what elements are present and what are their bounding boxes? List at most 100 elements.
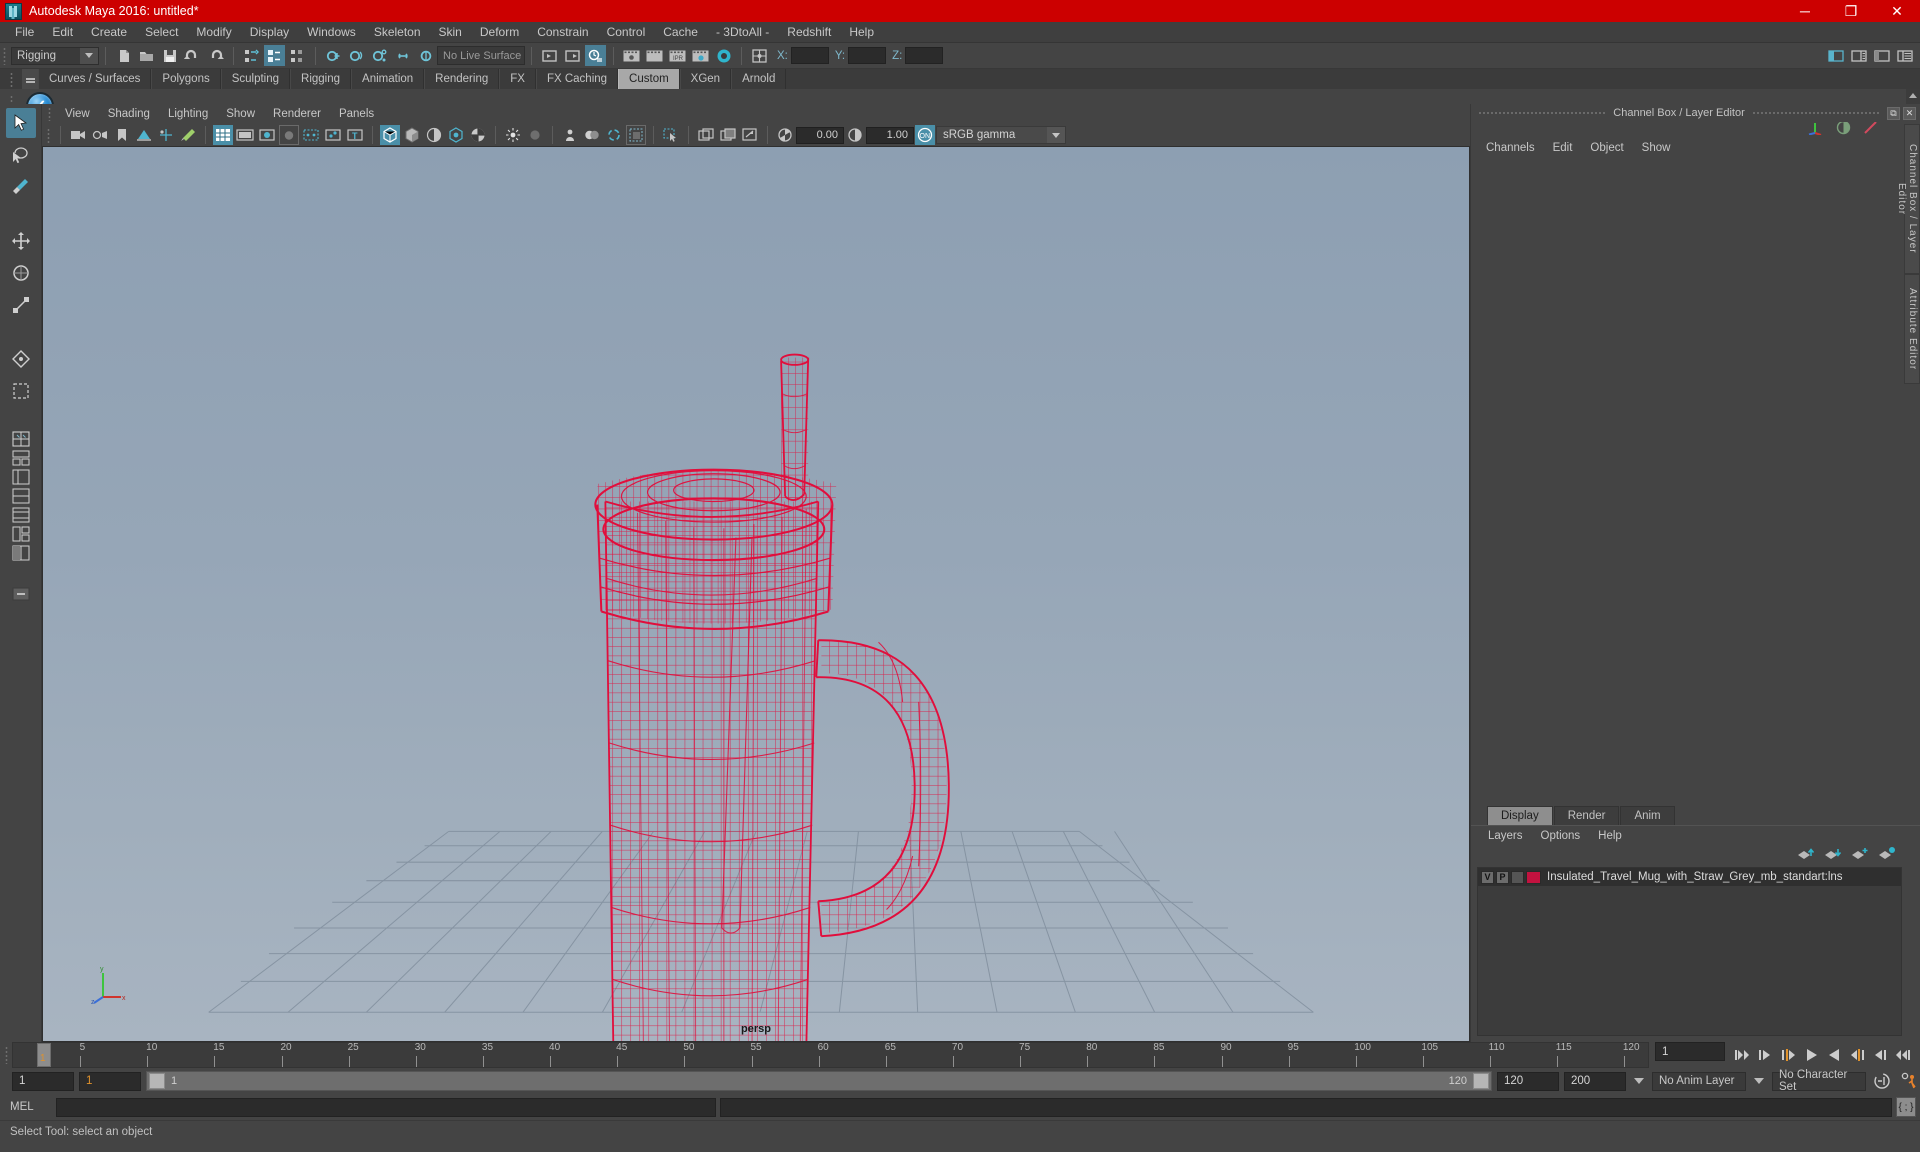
command-input[interactable] xyxy=(56,1097,716,1117)
viewport-menu-renderer[interactable]: Renderer xyxy=(264,107,330,121)
layout-persp-button[interactable] xyxy=(8,449,34,467)
render-setup-button[interactable] xyxy=(690,45,711,66)
layer-color-swatch[interactable] xyxy=(1526,870,1541,884)
isolate-select-icon[interactable] xyxy=(560,125,580,145)
go-to-end-icon[interactable] xyxy=(1892,1044,1914,1066)
select-object-button[interactable] xyxy=(264,45,285,66)
play-forwards-icon[interactable] xyxy=(1823,1044,1845,1066)
viewport-menu-show[interactable]: Show xyxy=(217,107,264,121)
resolution-gate-icon[interactable] xyxy=(257,125,277,145)
undock-button[interactable]: ⧉ xyxy=(1887,106,1900,120)
step-back-frame-icon[interactable] xyxy=(1777,1044,1799,1066)
layer-menu-help[interactable]: Help xyxy=(1589,829,1631,843)
ipr-settings-button[interactable]: IPR xyxy=(667,45,688,66)
shelf-menu-button[interactable] xyxy=(22,69,38,89)
shelf-tab-xgen[interactable]: XGen xyxy=(679,69,732,89)
animation-end-field[interactable]: 200 xyxy=(1564,1071,1626,1091)
playback-end-field[interactable]: 120 xyxy=(1497,1071,1559,1091)
save-scene-button[interactable] xyxy=(159,45,180,66)
viewport-renderer-icon[interactable] xyxy=(626,125,646,145)
shelf-gripper[interactable] xyxy=(0,69,22,89)
playback-start-field[interactable]: 1 xyxy=(79,1071,141,1091)
select-component-button[interactable] xyxy=(287,45,308,66)
menu-edit[interactable]: Edit xyxy=(43,23,82,41)
menu-constrain[interactable]: Constrain xyxy=(528,23,597,41)
shelf-tab-rigging[interactable]: Rigging xyxy=(290,69,352,89)
half-circle-shading-icon[interactable] xyxy=(1836,120,1851,140)
tab-display[interactable]: Display xyxy=(1487,806,1553,825)
shelf-tab-animation[interactable]: Animation xyxy=(351,69,425,89)
bookmark-icon[interactable] xyxy=(112,125,132,145)
screen-space-ao-icon[interactable] xyxy=(503,125,523,145)
snap-to-point-button[interactable] xyxy=(369,45,390,66)
viewport-menu-panels[interactable]: Panels xyxy=(330,107,383,121)
layer-menu-layers[interactable]: Layers xyxy=(1479,829,1532,843)
perspective-viewport[interactable]: y x z persp xyxy=(42,146,1470,1042)
live-surface-field[interactable]: No Live Surface xyxy=(437,46,525,65)
menu-windows[interactable]: Windows xyxy=(298,23,365,41)
vtab-channel-box-layer-editor[interactable]: Channel Box / Layer Editor xyxy=(1896,124,1920,274)
menu-display[interactable]: Display xyxy=(241,23,298,41)
layer-display-type-toggle[interactable] xyxy=(1511,870,1524,884)
wireframe-shading-icon[interactable] xyxy=(380,125,400,145)
anim-layer-dropdown-icon[interactable] xyxy=(1631,1072,1647,1091)
show-tool-settings-button[interactable] xyxy=(1871,46,1892,67)
menu-modify[interactable]: Modify xyxy=(187,23,240,41)
step-forward-frame-icon[interactable] xyxy=(1846,1044,1868,1066)
camera-attributes-icon[interactable] xyxy=(90,125,110,145)
layout-four-view-button[interactable] xyxy=(8,430,34,448)
layout-outliner-persp-button[interactable] xyxy=(8,468,34,486)
xray-joints-mode-icon[interactable] xyxy=(604,125,624,145)
lasso-tool-button[interactable] xyxy=(6,140,36,170)
collapse-toolbox-button[interactable] xyxy=(8,585,34,603)
script-editor-icon[interactable]: { ; } xyxy=(1896,1097,1916,1117)
range-end-handle[interactable] xyxy=(1473,1073,1489,1089)
current-frame-field[interactable]: 1 xyxy=(1655,1042,1725,1061)
dock-handle-dots[interactable] xyxy=(1479,112,1606,114)
layout-two-pane-button[interactable] xyxy=(8,544,34,562)
smooth-shade-all-icon[interactable] xyxy=(402,125,422,145)
channel-box-content[interactable] xyxy=(1471,158,1920,806)
show-attribute-editor-button[interactable] xyxy=(1848,46,1869,67)
chevron-up-icon[interactable] xyxy=(1909,93,1917,98)
viewport-menu-gripper[interactable] xyxy=(42,104,56,124)
auto-keyframe-icon[interactable] xyxy=(1871,1070,1893,1092)
image-plane-icon[interactable] xyxy=(134,125,154,145)
color-management-selector[interactable]: sRGB gamma xyxy=(936,126,1066,144)
range-slider[interactable]: 1 120 xyxy=(146,1071,1492,1091)
motion-blur-icon[interactable] xyxy=(525,125,545,145)
channelbox-menu-edit[interactable]: Edit xyxy=(1544,141,1582,155)
shadows-icon[interactable] xyxy=(468,125,488,145)
xray-joints-icon[interactable] xyxy=(301,125,321,145)
statusline-gripper[interactable] xyxy=(0,43,9,69)
coord-x-field[interactable] xyxy=(790,47,829,64)
exposure-icon[interactable] xyxy=(775,125,795,145)
tab-render[interactable]: Render xyxy=(1553,806,1620,825)
close-panel-button[interactable]: ✕ xyxy=(1903,106,1916,120)
layer-visibility-toggle[interactable]: V xyxy=(1481,870,1494,884)
dock-handle-dots[interactable] xyxy=(1752,112,1879,114)
select-hierarchy-button[interactable] xyxy=(241,45,262,66)
text-overlay-icon[interactable]: T xyxy=(345,125,365,145)
shelf-tab-fx-caching[interactable]: FX Caching xyxy=(535,69,619,89)
menu-select[interactable]: Select xyxy=(136,23,187,41)
move-tool-button[interactable] xyxy=(6,226,36,256)
shelf-tab-custom[interactable]: Custom xyxy=(618,69,680,89)
menu-file[interactable]: File xyxy=(6,23,43,41)
undo-button[interactable] xyxy=(182,45,203,66)
viewport-menu-view[interactable]: View xyxy=(56,107,99,121)
select-tool-button[interactable] xyxy=(5,108,36,138)
vtab-attribute-editor[interactable]: Attribute Editor xyxy=(1904,274,1920,384)
open-render-view-button[interactable] xyxy=(539,45,560,66)
two-panes-side-view-icon[interactable] xyxy=(718,125,738,145)
character-set-dropdown-icon[interactable] xyxy=(1751,1072,1767,1091)
render-current-frame-button[interactable] xyxy=(562,45,583,66)
paint-select-tool-button[interactable] xyxy=(6,172,36,202)
shelf-tab-curves-surfaces[interactable]: Curves / Surfaces xyxy=(38,69,152,89)
move-layer-up-icon[interactable] xyxy=(1797,846,1815,865)
xray-mode-icon[interactable] xyxy=(582,125,602,145)
snap-to-projected-center-button[interactable] xyxy=(392,45,413,66)
create-layer-icon[interactable] xyxy=(1851,846,1869,865)
move-layer-down-icon[interactable] xyxy=(1824,846,1842,865)
new-scene-button[interactable] xyxy=(113,45,134,66)
